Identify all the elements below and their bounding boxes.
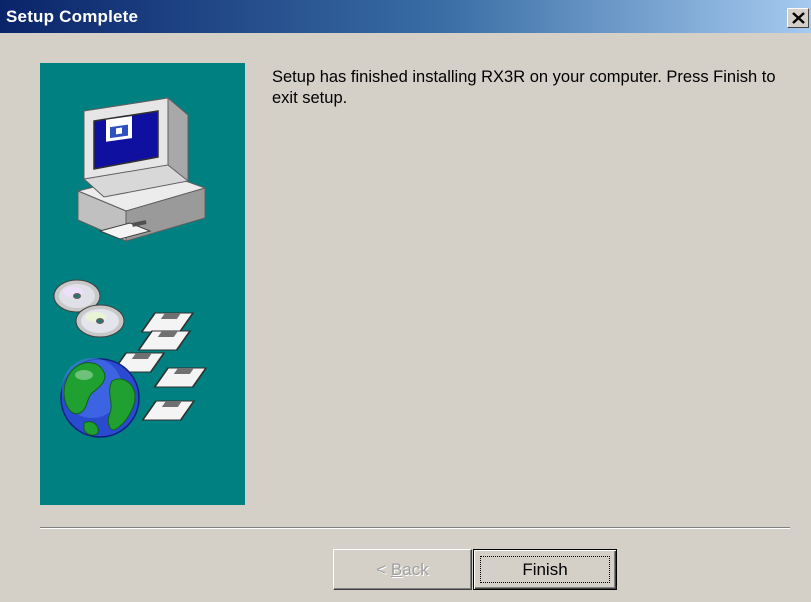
back-button-label: < Back (376, 560, 428, 580)
setup-illustration-panel (40, 63, 245, 505)
computer-icon (76, 96, 207, 242)
setup-dialog: Setup Complete Setup has finished instal… (0, 0, 811, 602)
completion-message: Setup has finished installing RX3R on yo… (272, 68, 776, 107)
close-button[interactable] (787, 8, 809, 28)
back-button-accelerator: B (390, 559, 403, 579)
cd-icon (53, 279, 125, 338)
button-separator (40, 527, 790, 529)
finish-button-label: Finish (522, 559, 568, 579)
window-title: Setup Complete (6, 7, 139, 26)
back-button-prefix: < (376, 559, 391, 579)
finish-button[interactable]: Finish (473, 549, 617, 590)
title-bar[interactable]: Setup Complete (0, 0, 811, 33)
back-button[interactable]: < Back (333, 549, 472, 590)
back-button-rest: ack (402, 559, 429, 579)
close-icon (792, 12, 805, 24)
globe-icon (60, 358, 140, 438)
